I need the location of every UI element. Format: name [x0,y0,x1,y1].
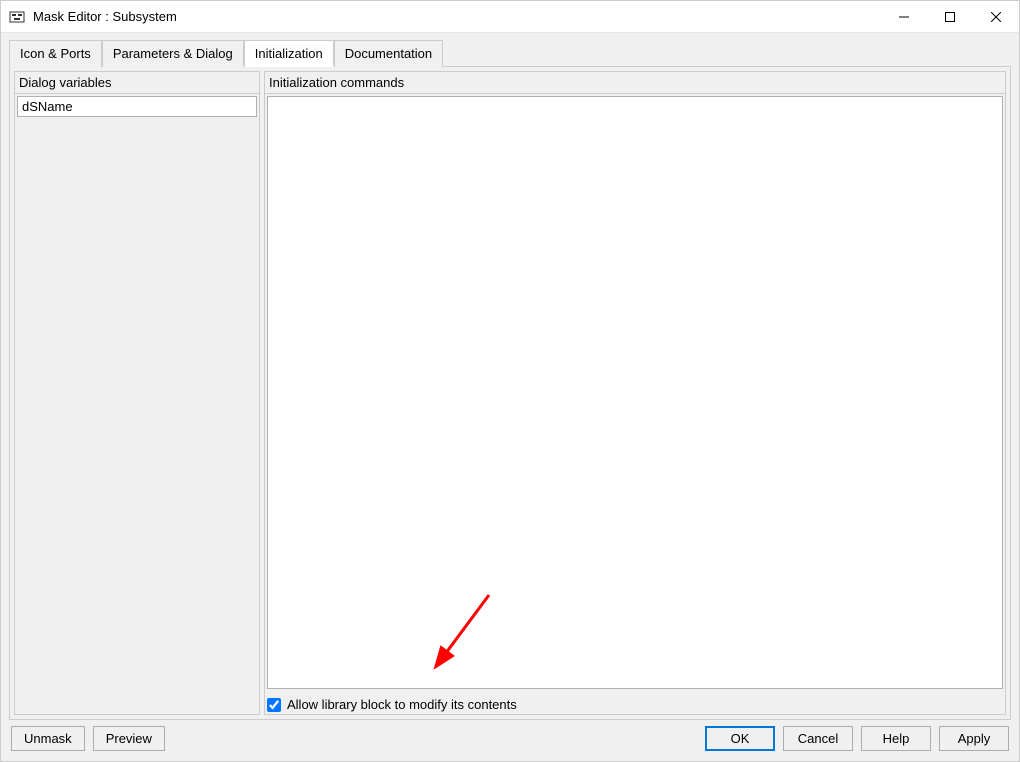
tab-content-initialization: Dialog variables dSName Initialization c… [9,66,1011,720]
ok-button[interactable]: OK [705,726,775,751]
list-item[interactable]: dSName [17,96,257,117]
button-bar: Unmask Preview OK Cancel Help Apply [9,720,1011,753]
preview-button[interactable]: Preview [93,726,165,751]
cancel-button[interactable]: Cancel [783,726,853,751]
dialog-variables-label: Dialog variables [14,71,260,93]
initialization-commands-body: Allow library block to modify its conten… [264,93,1006,715]
window-title: Mask Editor : Subsystem [33,9,881,24]
allow-library-label[interactable]: Allow library block to modify its conten… [287,697,517,712]
mask-editor-window: Mask Editor : Subsystem Icon & P [0,0,1020,762]
commands-wrapper [265,94,1005,691]
tab-initialization[interactable]: Initialization [244,40,334,67]
initialization-commands-label: Initialization commands [264,71,1006,93]
minimize-icon [899,12,909,22]
dialog-variables-panel: Dialog variables dSName [14,71,260,715]
close-icon [991,12,1001,22]
allow-library-checkbox[interactable] [267,698,281,712]
apply-button[interactable]: Apply [939,726,1009,751]
maximize-button[interactable] [927,1,973,32]
close-button[interactable] [973,1,1019,32]
unmask-button[interactable]: Unmask [11,726,85,751]
allow-library-row: Allow library block to modify its conten… [265,691,1005,714]
tab-bar: Icon & Ports Parameters & Dialog Initial… [9,39,1011,66]
maximize-icon [945,12,955,22]
tab-parameters-dialog[interactable]: Parameters & Dialog [102,40,244,67]
titlebar: Mask Editor : Subsystem [1,1,1019,33]
tab-documentation[interactable]: Documentation [334,40,443,67]
tab-icon-ports[interactable]: Icon & Ports [9,40,102,67]
help-button[interactable]: Help [861,726,931,751]
app-icon [9,9,25,25]
dialog-variables-list[interactable]: dSName [14,93,260,715]
content-area: Icon & Ports Parameters & Dialog Initial… [1,33,1019,761]
initialization-commands-panel: Initialization commands Allow library bl… [264,71,1006,715]
initialization-commands-input[interactable] [267,96,1003,689]
minimize-button[interactable] [881,1,927,32]
window-controls [881,1,1019,32]
